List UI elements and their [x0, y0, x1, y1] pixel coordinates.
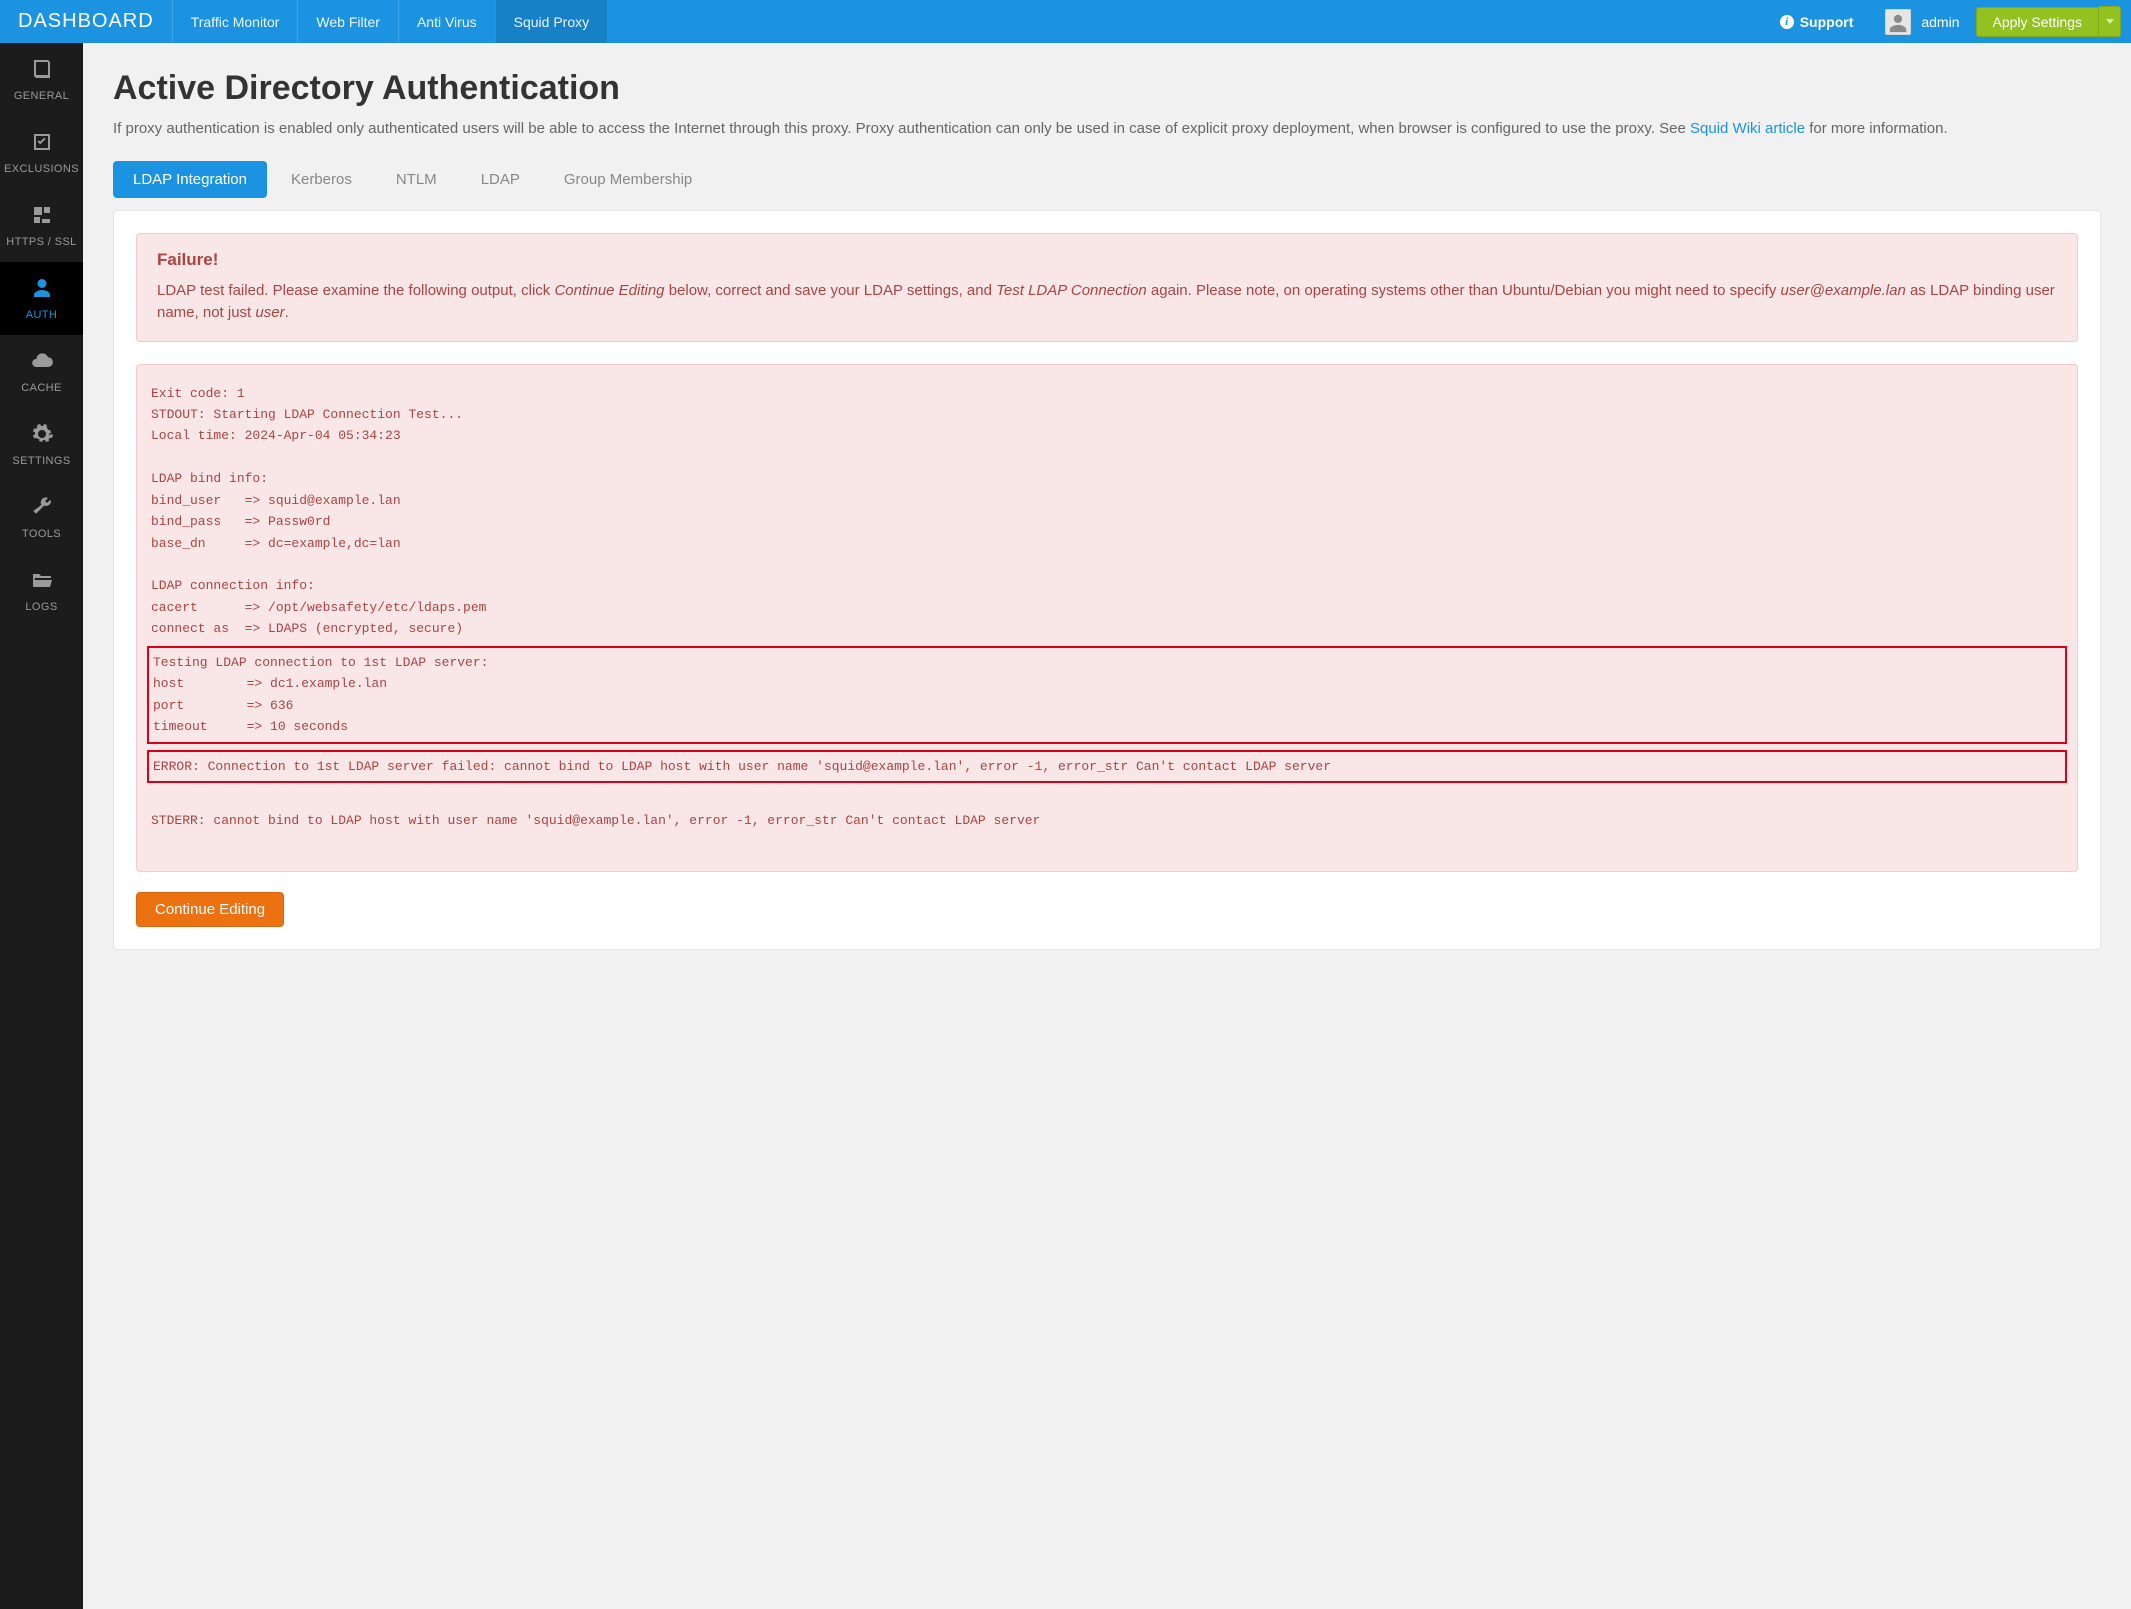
tab-group-membership[interactable]: Group Membership [544, 161, 712, 198]
log-line: LDAP bind info: [137, 468, 2077, 489]
apply-settings-dropdown[interactable] [2099, 6, 2121, 37]
log-output: Exit code: 1STDOUT: Starting LDAP Connec… [136, 364, 2078, 873]
page-intro: If proxy authentication is enabled only … [113, 118, 2101, 141]
sidebar-label: LOGS [25, 601, 57, 613]
log-line: LDAP connection info: [137, 575, 2077, 596]
sidebar-label: AUTH [26, 309, 58, 321]
sidebar-item-exclusions[interactable]: EXCLUSIONS [0, 116, 83, 189]
tab-ntlm[interactable]: NTLM [376, 161, 457, 198]
log-line: Testing LDAP connection to 1st LDAP serv… [153, 652, 2061, 673]
log-line: STDERR: cannot bind to LDAP host with us… [137, 810, 2077, 831]
sidebar-item-cache[interactable]: CACHE [0, 335, 83, 408]
content-panel: Failure! LDAP test failed. Please examin… [113, 210, 2101, 951]
log-highlight-connection: Testing LDAP connection to 1st LDAP serv… [147, 646, 2067, 744]
support-label: Support [1800, 14, 1854, 30]
log-line [137, 789, 2077, 810]
sidebar-item-general[interactable]: GENERAL [0, 43, 83, 116]
sidebar-label: SETTINGS [12, 455, 70, 467]
log-line [137, 832, 2077, 853]
brand-logo[interactable]: DASHBOARD [0, 0, 172, 43]
support-link[interactable]: i Support [1764, 0, 1870, 43]
info-icon: i [1780, 15, 1794, 29]
grid-icon [30, 203, 54, 230]
username-label: admin [1921, 14, 1959, 30]
sidebar-label: HTTPS / SSL [6, 236, 76, 248]
log-line: bind_pass => Passw0rd [137, 511, 2077, 532]
log-highlight-error: ERROR: Connection to 1st LDAP server fai… [147, 750, 2067, 783]
main-content: Active Directory Authentication If proxy… [83, 43, 2131, 1609]
sidebar-item-tools[interactable]: TOOLS [0, 481, 83, 554]
continue-editing-button[interactable]: Continue Editing [136, 892, 284, 927]
squid-wiki-link[interactable]: Squid Wiki article [1690, 120, 1805, 137]
user-menu[interactable]: admin [1869, 0, 1975, 43]
sidebar: GENERAL EXCLUSIONS HTTPS / SSL AUTH CACH [0, 43, 83, 1609]
log-line: STDOUT: Starting LDAP Connection Test... [137, 404, 2077, 425]
log-line [137, 447, 2077, 468]
log-line: host => dc1.example.lan [153, 673, 2061, 694]
failure-alert: Failure! LDAP test failed. Please examin… [136, 233, 2078, 342]
user-icon [30, 276, 54, 303]
sidebar-item-logs[interactable]: LOGS [0, 554, 83, 627]
chevron-down-icon [2106, 19, 2114, 24]
nav-anti-virus[interactable]: Anti Virus [398, 0, 495, 43]
tab-bar: LDAP Integration Kerberos NTLM LDAP Grou… [113, 161, 2101, 198]
wrench-icon [30, 495, 54, 522]
check-square-icon [30, 130, 54, 157]
log-line: port => 636 [153, 695, 2061, 716]
tab-ldap[interactable]: LDAP [461, 161, 540, 198]
failure-message: LDAP test failed. Please examine the fol… [157, 280, 2057, 325]
log-line: connect as => LDAPS (encrypted, secure) [137, 618, 2077, 639]
sidebar-label: CACHE [21, 382, 62, 394]
log-line: cacert => /opt/websafety/etc/ldaps.pem [137, 597, 2077, 618]
nav-traffic-monitor[interactable]: Traffic Monitor [172, 0, 298, 43]
sidebar-item-settings[interactable]: SETTINGS [0, 408, 83, 481]
log-line: Local time: 2024-Apr-04 05:34:23 [137, 425, 2077, 446]
folder-open-icon [30, 568, 54, 595]
cloud-icon [30, 349, 54, 376]
sidebar-item-auth[interactable]: AUTH [0, 262, 83, 335]
sidebar-item-https-ssl[interactable]: HTTPS / SSL [0, 189, 83, 262]
failure-title: Failure! [157, 250, 2057, 270]
page-title: Active Directory Authentication [113, 69, 2101, 108]
sidebar-label: TOOLS [22, 528, 61, 540]
tab-ldap-integration[interactable]: LDAP Integration [113, 161, 267, 198]
book-icon [30, 57, 54, 84]
log-line: timeout => 10 seconds [153, 716, 2061, 737]
log-line: Exit code: 1 [137, 383, 2077, 404]
nav-squid-proxy[interactable]: Squid Proxy [495, 0, 607, 43]
nav-web-filter[interactable]: Web Filter [297, 0, 398, 43]
log-line: bind_user => squid@example.lan [137, 490, 2077, 511]
avatar-icon [1885, 9, 1911, 35]
sidebar-label: GENERAL [14, 90, 69, 102]
sidebar-label: EXCLUSIONS [4, 163, 79, 175]
tab-kerberos[interactable]: Kerberos [271, 161, 372, 198]
log-line: base_dn => dc=example,dc=lan [137, 533, 2077, 554]
apply-settings-button[interactable]: Apply Settings [1976, 7, 2100, 37]
log-line [137, 554, 2077, 575]
gear-icon [30, 422, 54, 449]
top-nav: DASHBOARD Traffic Monitor Web Filter Ant… [0, 0, 2131, 43]
